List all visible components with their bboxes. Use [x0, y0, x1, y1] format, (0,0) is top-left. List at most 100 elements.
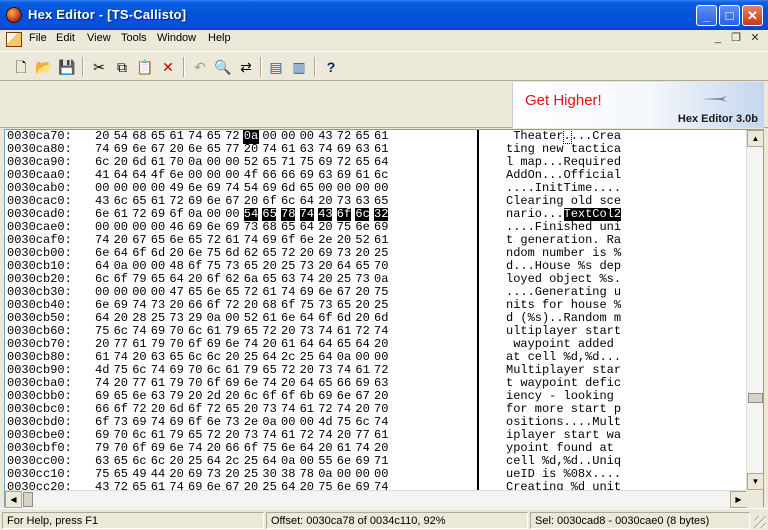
text-char[interactable]: i — [607, 481, 614, 491]
hex-row[interactable]: 0030cbb0: 69 65 6e 63 79 20 2d 20 6c 6f 6f 6b 69 6e 67 2… — [5, 390, 477, 403]
hex-row[interactable]: 0030cc00: 63 65 6c 6c 20 25 64 2c 25 64 0a 00 55 6e 69 7… — [5, 455, 477, 468]
hex-row[interactable]: 0030caa0: 41 64 64 4f 6e 00 00 00 4f 66 66 69 63 69 61 6… — [5, 169, 477, 182]
replace-button[interactable]: ⇄ — [235, 56, 257, 78]
hex-row[interactable]: 0030cbd0: 6f 73 69 74 69 6f 6e 73 2e 0a 00 00 4d 75 6c 7… — [5, 416, 477, 429]
minimize-button[interactable]: _ — [696, 5, 717, 26]
hex-row[interactable]: 0030cbf0: 79 70 6f 69 6e 74 20 66 6f 75 6e 64 20 61 74 2… — [5, 442, 477, 455]
hex-row[interactable]: 0030cb60: 75 6c 74 69 70 6c 61 79 65 72 20 73 74 61 72 7… — [5, 325, 477, 338]
hex-byte[interactable]: 6e — [207, 481, 221, 491]
hex-byte[interactable]: 74 — [169, 481, 183, 491]
new-button[interactable]: 🗋 — [10, 56, 32, 78]
app-icon[interactable] — [6, 7, 22, 23]
text-char[interactable] — [585, 481, 592, 490]
save-button[interactable]: 💾 — [56, 56, 78, 78]
hex-row[interactable]: 0030caf0: 74 20 67 65 6e 65 72 61 74 69 6f 6e 2e 20 52 6… — [5, 234, 477, 247]
hex-row[interactable]: 0030cb90: 4d 75 6c 74 69 70 6c 61 79 65 72 20 73 74 61 7… — [5, 364, 477, 377]
hex-row[interactable]: 0030cc10: 75 65 49 44 20 69 73 20 25 30 38 78 0a 00 00 0… — [5, 468, 477, 481]
hex-row[interactable]: 0030cb20: 6c 6f 79 65 64 20 6f 62 6a 65 63 74 20 25 73 0… — [5, 273, 477, 286]
menu-view[interactable]: View — [87, 32, 111, 44]
hex-row[interactable]: 0030cc20: 43 72 65 61 74 69 6e 67 20 25 64 20 75 6e 69 7… — [5, 481, 477, 491]
hex-byte[interactable]: 75 — [318, 481, 332, 491]
horizontal-scroll-thumb[interactable] — [23, 492, 33, 507]
text-char[interactable]: t — [614, 481, 621, 491]
hex-byte[interactable]: 67 — [225, 481, 239, 491]
hex-row[interactable]: 0030ca80: 74 69 6e 67 20 6e 65 77 20 74 61 63 74 69 63 6… — [5, 143, 477, 156]
hex-byte[interactable]: 72 — [114, 481, 128, 491]
help-button[interactable]: ? — [320, 56, 342, 78]
hex-byte[interactable]: 64 — [281, 481, 295, 491]
text-char[interactable]: e — [520, 481, 527, 491]
properties-button[interactable]: ▤ — [265, 56, 287, 78]
hex-byte[interactable]: 20 — [300, 481, 314, 491]
text-char[interactable]: t — [535, 481, 542, 491]
hex-byte[interactable]: 25 — [262, 481, 276, 491]
text-char[interactable]: g — [556, 481, 563, 491]
hex-row[interactable]: 0030cb80: 61 74 20 63 65 6c 6c 20 25 64 2c 25 64 0a 00 0… — [5, 351, 477, 364]
hex-row[interactable]: 0030cb30: 00 00 00 00 47 65 6e 65 72 61 74 69 6e 67 20 7… — [5, 286, 477, 299]
vertical-scrollbar[interactable]: ▲ ▼ — [746, 130, 764, 490]
document-icon[interactable] — [6, 32, 22, 47]
hex-row[interactable]: 0030cab0: 00 00 00 00 49 6e 69 74 54 69 6d 65 00 00 00 0… — [5, 182, 477, 195]
hex-row[interactable]: 0030ca70: 20 54 68 65 61 74 65 72 0a 00 00 00 43 72 65 6… — [5, 130, 477, 144]
text-char[interactable]: i — [542, 481, 549, 491]
hex-row[interactable]: 0030cb70: 20 77 61 79 70 6f 69 6e 74 20 61 64 64 65 64 2… — [5, 338, 477, 351]
close-button[interactable]: ✕ — [742, 5, 763, 26]
hex-row[interactable]: 0030cb10: 64 0a 00 00 48 6f 75 73 65 20 25 73 20 64 65 7… — [5, 260, 477, 273]
hex-editor-view[interactable]: 0030ca70: 20 54 68 65 61 74 65 72 0a 00 00 00 43 72 65 6… — [4, 129, 764, 508]
cut-button[interactable]: ✂ — [88, 56, 110, 78]
menu-help[interactable]: Help — [208, 32, 231, 44]
hex-row[interactable]: 0030cbe0: 69 70 6c 61 79 65 72 20 73 74 61 72 74 20 77 6… — [5, 429, 477, 442]
hex-byte[interactable]: 20 — [244, 481, 258, 491]
hex-byte[interactable]: 74 — [374, 481, 388, 491]
text-pane[interactable]: Theater....Crea ting new tactica l map...R… — [481, 130, 747, 490]
hex-byte[interactable]: 6e — [337, 481, 351, 491]
hex-byte[interactable]: 65 — [132, 481, 146, 491]
text-char[interactable]: r — [513, 481, 520, 491]
text-char[interactable]: % — [571, 481, 578, 491]
hex-row[interactable]: 0030cae0: 00 00 00 00 46 69 6e 69 73 68 65 64 20 75 6e 6… — [5, 221, 477, 234]
mdi-restore-button[interactable]: ❐ — [728, 32, 744, 46]
hex-byte[interactable]: 61 — [151, 481, 165, 491]
export-button[interactable]: ▥ — [288, 56, 310, 78]
horizontal-scrollbar[interactable]: ◀ ▶ — [5, 490, 747, 508]
hex-byte[interactable]: 69 — [355, 481, 369, 491]
maximize-button[interactable]: □ — [719, 5, 740, 26]
open-button[interactable]: 📂 — [33, 56, 55, 78]
mdi-close-button[interactable]: ✕ — [747, 32, 763, 46]
advert-banner[interactable]: Get Higher! Hex Editor 3.0b — [512, 82, 764, 128]
resize-grip-icon[interactable] — [754, 516, 766, 528]
text-row[interactable]: Creating %d unit — [481, 481, 747, 491]
paste-button[interactable]: 📋 — [134, 56, 156, 78]
scroll-left-arrow-icon[interactable]: ◀ — [5, 491, 22, 508]
hex-row[interactable]: 0030cbc0: 66 6f 72 20 6d 6f 72 65 20 73 74 61 72 74 20 7… — [5, 403, 477, 416]
text-char[interactable]: u — [592, 481, 599, 491]
text-char[interactable]: a — [528, 481, 535, 491]
vertical-scroll-thumb[interactable] — [748, 393, 763, 403]
text-char[interactable]: d — [578, 481, 585, 491]
menu-file[interactable]: File — [29, 32, 47, 44]
menu-window[interactable]: Window — [157, 32, 196, 44]
hex-row[interactable]: 0030cb00: 6e 64 6f 6d 20 6e 75 6d 62 65 72 20 69 73 20 2… — [5, 247, 477, 260]
menu-tools[interactable]: Tools — [121, 32, 147, 44]
hex-row[interactable]: 0030cba0: 74 20 77 61 79 70 6f 69 6e 74 20 64 65 66 69 6… — [5, 377, 477, 390]
text-char[interactable] — [564, 481, 571, 490]
text-char[interactable]: n — [599, 481, 606, 491]
hex-pane[interactable]: 0030ca70: 20 54 68 65 61 74 65 72 0a 00 00 00 43 72 65 6… — [5, 130, 479, 490]
title-bar[interactable]: Hex Editor - [TS-Callisto] _ □ ✕ — [0, 0, 768, 30]
hex-row[interactable]: 0030cb50: 64 20 28 25 73 29 0a 00 52 61 6e 64 6f 6d 20 6… — [5, 312, 477, 325]
mdi-minimize-button[interactable]: _ — [710, 32, 726, 46]
menu-edit[interactable]: Edit — [56, 32, 75, 44]
hex-byte[interactable]: 69 — [188, 481, 202, 491]
scroll-up-arrow-icon[interactable]: ▲ — [747, 130, 764, 147]
scroll-right-arrow-icon[interactable]: ▶ — [730, 491, 747, 508]
hex-row[interactable]: 0030cb40: 6e 69 74 73 20 66 6f 72 20 68 6f 75 73 65 20 2… — [5, 299, 477, 312]
scroll-down-arrow-icon[interactable]: ▼ — [747, 473, 764, 490]
text-char[interactable]: C — [506, 481, 513, 491]
hex-row[interactable]: 0030ca90: 6c 20 6d 61 70 0a 00 00 52 65 71 75 69 72 65 6… — [5, 156, 477, 169]
copy-button[interactable]: ⧉ — [111, 56, 133, 78]
find-button[interactable]: 🔍 — [212, 56, 234, 78]
hex-row[interactable]: 0030cac0: 43 6c 65 61 72 69 6e 67 20 6f 6c 64 20 73 63 6… — [5, 195, 477, 208]
text-char[interactable]: n — [549, 481, 556, 491]
undo-button[interactable]: ↶ — [189, 56, 211, 78]
hex-byte[interactable]: 43 — [95, 481, 109, 491]
